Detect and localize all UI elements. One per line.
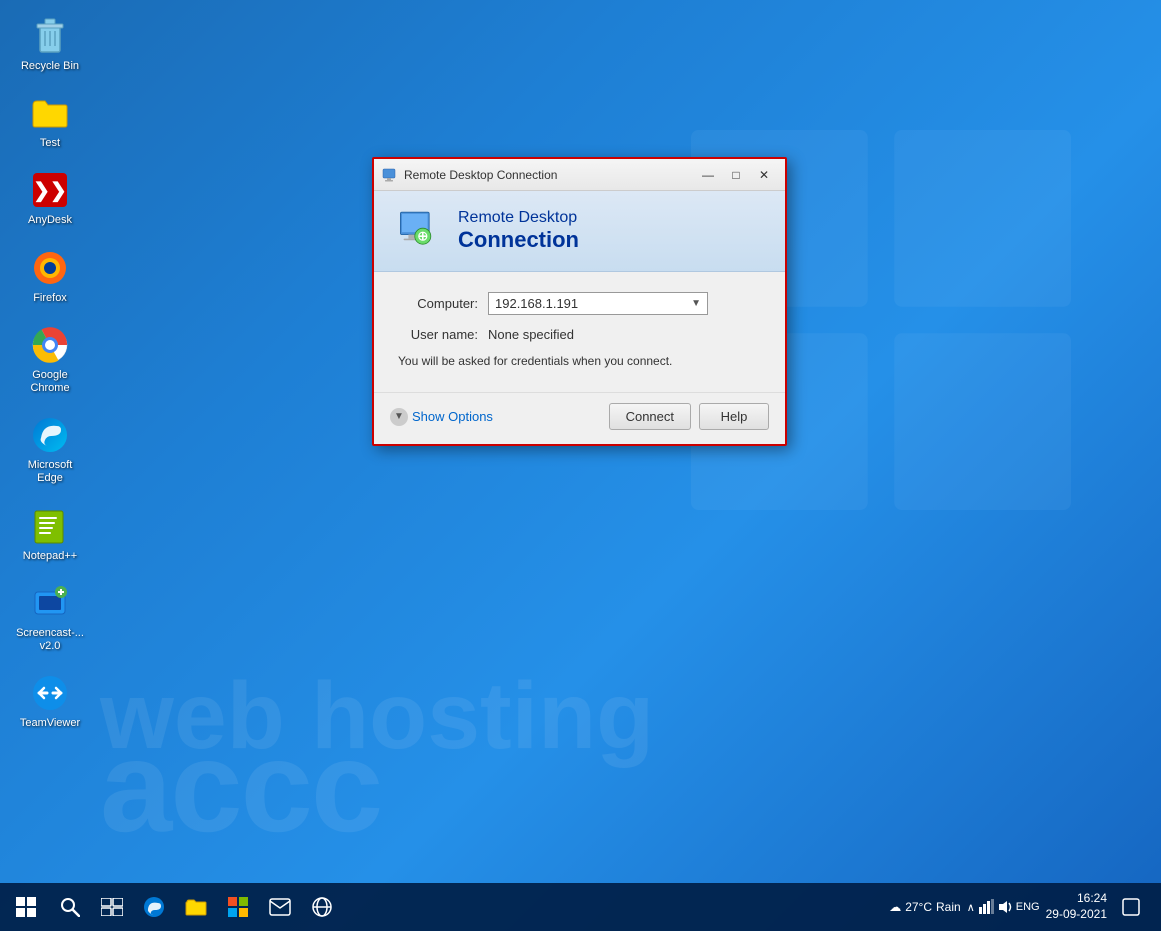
dialog-title-text: Remote Desktop Connection xyxy=(404,168,557,182)
taskbar-mail[interactable] xyxy=(260,885,300,929)
weather-temp: 27°C xyxy=(905,900,932,914)
taskbar-network[interactable] xyxy=(302,885,342,929)
desktop-icon-google-chrome[interactable]: Google Chrome xyxy=(10,319,90,401)
weather-icon: ☁ xyxy=(889,900,901,914)
taskbar-store[interactable] xyxy=(218,885,258,929)
screencast-label: Screencast-... v2.0 xyxy=(16,627,84,653)
watermark-line1: accc xyxy=(100,721,1161,851)
clock-time: 16:24 xyxy=(1046,891,1107,907)
dialog-title-line2: Connection xyxy=(458,227,579,253)
help-button[interactable]: Help xyxy=(699,403,769,430)
show-options[interactable]: ▼ Show Options xyxy=(390,408,493,426)
show-options-icon: ▼ xyxy=(390,408,408,426)
computer-label: Computer: xyxy=(398,296,488,311)
desktop-icon-teamviewer[interactable]: TeamViewer xyxy=(10,667,90,736)
computer-value: 192.168.1.191 xyxy=(495,296,578,311)
tray-icons: ∧ ENG xyxy=(967,899,1040,915)
microsoft-edge-icon xyxy=(30,415,70,455)
recycle-bin-icon xyxy=(30,16,70,56)
svg-text:❯❯: ❯❯ xyxy=(33,180,67,203)
notepadpp-label: Notepad++ xyxy=(23,550,77,563)
username-value: None specified xyxy=(488,327,574,342)
titlebar-left: Remote Desktop Connection xyxy=(382,167,557,183)
desktop-icon-microsoft-edge[interactable]: Microsoft Edge xyxy=(10,409,90,491)
dialog-main-title: Remote Desktop Connection xyxy=(458,209,579,253)
weather-desc: Rain xyxy=(936,900,961,914)
titlebar-controls: — □ ✕ xyxy=(695,165,777,185)
clock-date: 29-09-2021 xyxy=(1046,907,1107,923)
close-button[interactable]: ✕ xyxy=(751,165,777,185)
rdp-icon xyxy=(394,207,442,255)
google-chrome-label: Google Chrome xyxy=(14,369,86,395)
watermark-line2: web hosting xyxy=(100,662,654,771)
dialog-buttons: Connect Help xyxy=(609,403,769,430)
teamviewer-icon xyxy=(30,673,70,713)
dialog-footer: ▼ Show Options Connect Help xyxy=(374,392,785,444)
taskbar-task-view[interactable] xyxy=(92,885,132,929)
recycle-bin-label: Recycle Bin xyxy=(21,60,79,73)
test-folder-icon xyxy=(30,93,70,133)
notification-button[interactable] xyxy=(1113,885,1149,929)
dialog-header: Remote Desktop Connection xyxy=(374,191,785,272)
dialog-titlebar: Remote Desktop Connection — □ ✕ xyxy=(374,159,785,191)
teamviewer-label: TeamViewer xyxy=(20,717,80,730)
taskbar-right: ☁ 27°C Rain ∧ ENG 16:24 29-09-2021 xyxy=(889,885,1157,929)
minimize-button[interactable]: — xyxy=(695,165,721,185)
taskbar-search[interactable] xyxy=(50,885,90,929)
computer-row: Computer: 192.168.1.191 ▼ xyxy=(398,292,761,315)
desktop-icons: Recycle Bin Test ❯❯ AnyDesk Firefox xyxy=(10,10,90,736)
taskbar-clock[interactable]: 16:24 29-09-2021 xyxy=(1046,891,1107,922)
connect-button[interactable]: Connect xyxy=(609,403,691,430)
volume-tray-icon xyxy=(997,899,1013,915)
desktop-icon-anydesk[interactable]: ❯❯ AnyDesk xyxy=(10,164,90,233)
firefox-label: Firefox xyxy=(33,292,67,305)
screencast-icon xyxy=(30,583,70,623)
dialog-title-line1: Remote Desktop xyxy=(458,209,579,227)
computer-dropdown[interactable]: 192.168.1.191 ▼ xyxy=(488,292,708,315)
username-row: User name: None specified xyxy=(398,327,761,342)
desktop-icon-notepadpp[interactable]: Notepad++ xyxy=(10,500,90,569)
notepadpp-icon xyxy=(30,506,70,546)
microsoft-edge-label: Microsoft Edge xyxy=(14,459,86,485)
test-label: Test xyxy=(40,137,60,150)
start-button[interactable] xyxy=(4,885,48,929)
system-tray[interactable]: ☁ 27°C Rain xyxy=(889,900,961,914)
taskbar-file-explorer[interactable] xyxy=(176,885,216,929)
maximize-button[interactable]: □ xyxy=(723,165,749,185)
show-options-label: Show Options xyxy=(412,409,493,424)
rdp-title-icon xyxy=(382,167,398,183)
network-tray-icon xyxy=(978,899,994,915)
dialog-body: Computer: 192.168.1.191 ▼ User name: Non… xyxy=(374,272,785,392)
anydesk-icon: ❯❯ xyxy=(30,170,70,210)
desktop-icon-recycle-bin[interactable]: Recycle Bin xyxy=(10,10,90,79)
username-label: User name: xyxy=(398,327,488,342)
desktop-icon-firefox[interactable]: Firefox xyxy=(10,242,90,311)
desktop-icon-screencast[interactable]: Screencast-... v2.0 xyxy=(10,577,90,659)
taskbar-edge[interactable] xyxy=(134,885,174,929)
credential-note: You will be asked for credentials when y… xyxy=(398,354,761,368)
taskbar: ☁ 27°C Rain ∧ ENG 16:24 29-09-2021 xyxy=(0,883,1161,931)
firefox-icon xyxy=(30,248,70,288)
anydesk-label: AnyDesk xyxy=(28,214,72,227)
remote-desktop-dialog: Remote Desktop Connection — □ ✕ Remote D… xyxy=(372,157,787,446)
desktop-icon-test[interactable]: Test xyxy=(10,87,90,156)
dropdown-arrow-icon: ▼ xyxy=(691,298,701,309)
language-indicator: ENG xyxy=(1016,901,1040,913)
google-chrome-icon xyxy=(30,325,70,365)
